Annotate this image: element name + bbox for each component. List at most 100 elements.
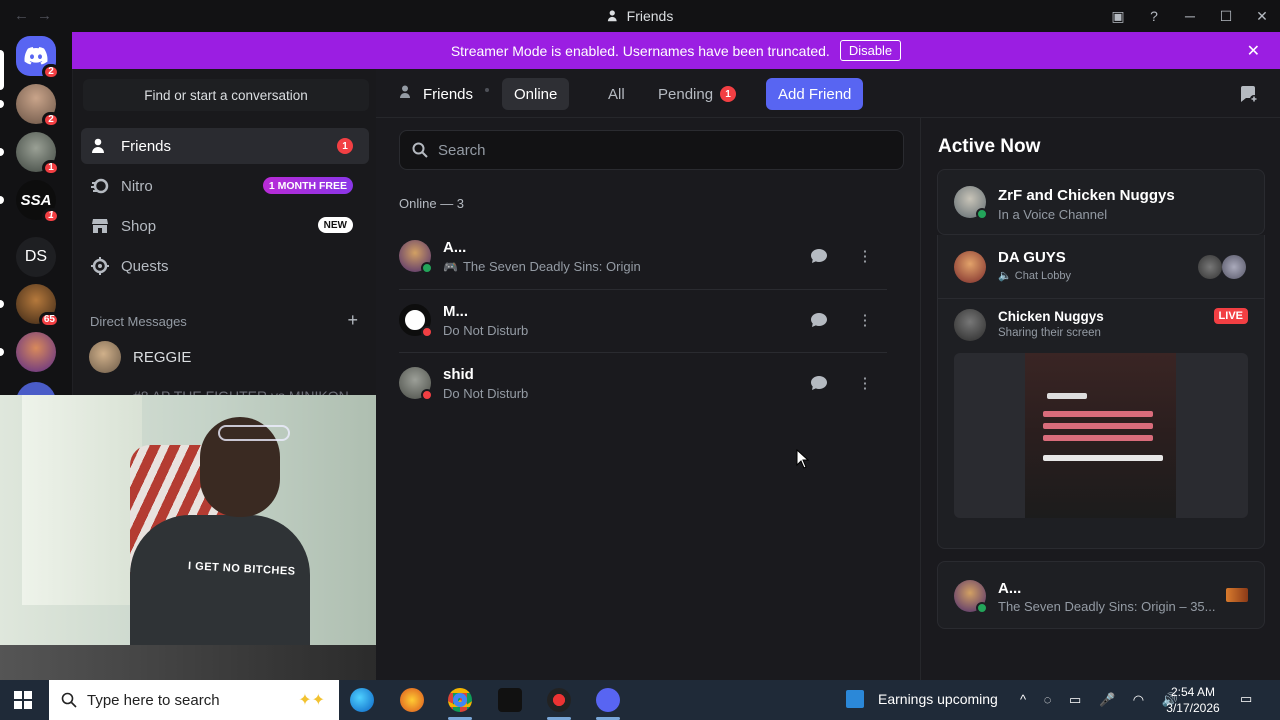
- friends-main: Friends Online All Pending 1 Add Friend S…: [376, 69, 1280, 680]
- friend-row[interactable]: M... Do Not Disturb ⋮: [399, 289, 887, 351]
- webcam-desk: [0, 645, 378, 680]
- dm-name: REGGIE: [133, 348, 192, 366]
- tab-pending[interactable]: Pending 1: [646, 78, 748, 110]
- taskbar-search-input[interactable]: Type here to search ✦✦: [49, 680, 339, 720]
- sidebar-item-friends[interactable]: Friends 1: [81, 128, 369, 164]
- minimize-button[interactable]: ─: [1172, 0, 1208, 32]
- avatar: [89, 341, 121, 373]
- close-button[interactable]: ✕: [1244, 0, 1280, 32]
- new-badge: NEW: [317, 217, 353, 233]
- sidebar-item-quests[interactable]: Quests: [81, 248, 369, 284]
- windows-start-icon[interactable]: [14, 691, 32, 709]
- create-dm-icon[interactable]: +: [347, 310, 358, 331]
- maximize-button[interactable]: ☐: [1208, 0, 1244, 32]
- friend-name: A...: [443, 239, 467, 256]
- find-conversation-button[interactable]: Find or start a conversation: [83, 79, 369, 111]
- news-widget[interactable]: Earnings upcoming: [846, 690, 998, 708]
- notification-icon[interactable]: ▭: [1240, 691, 1258, 707]
- friend-row[interactable]: A... 🎮 The Seven Deadly Sins: Origin ⋮: [399, 226, 887, 288]
- activity-sub: Chat Lobby: [1014, 270, 1072, 282]
- friend-row[interactable]: shid Do Not Disturb ⋮: [399, 352, 887, 414]
- game-icon: [1226, 588, 1248, 602]
- edge-icon[interactable]: [350, 688, 374, 712]
- active-card-stream[interactable]: Chicken Nuggys Sharing their screen LIVE: [937, 299, 1265, 549]
- friends-badge: 1: [337, 138, 353, 154]
- server-avatar[interactable]: 2: [16, 84, 60, 128]
- nitro-promo-badge: 1 MONTH FREE: [262, 177, 353, 194]
- activity-name: Chicken Nuggys: [998, 309, 1104, 324]
- server-avatar[interactable]: 65: [16, 284, 60, 328]
- streamer-mode-banner: Streamer Mode is enabled. Usernames have…: [72, 32, 1280, 69]
- more-icon[interactable]: ⋮: [851, 242, 879, 270]
- server-avatar[interactable]: 1: [16, 132, 60, 176]
- capcut-icon[interactable]: [498, 688, 522, 712]
- add-friend-button[interactable]: Add Friend: [766, 78, 864, 110]
- server-ssa[interactable]: SSA 1: [16, 180, 60, 224]
- message-icon[interactable]: [805, 242, 833, 270]
- friends-header: Friends Online All Pending 1 Add Friend: [376, 69, 1280, 118]
- friend-status: Do Not Disturb: [443, 323, 529, 338]
- friend-name: shid: [443, 366, 474, 383]
- more-icon[interactable]: ⋮: [851, 369, 879, 397]
- dm-item[interactable]: REGGIE: [89, 339, 191, 375]
- server-pill: [0, 300, 4, 308]
- activity-sub: The Seven Deadly Sins: Origin – 35...: [998, 599, 1216, 614]
- message-icon[interactable]: [805, 306, 833, 334]
- inbox-icon[interactable]: ▣: [1100, 0, 1136, 32]
- server-badge: 1: [42, 208, 60, 224]
- chrome-icon[interactable]: [448, 688, 472, 712]
- nitro-icon: [91, 177, 109, 195]
- active-card-game[interactable]: A... The Seven Deadly Sins: Origin – 35.…: [937, 561, 1265, 629]
- more-icon[interactable]: ⋮: [851, 306, 879, 334]
- status-online-icon: [976, 208, 988, 220]
- active-now-title: Active Now: [938, 136, 1041, 157]
- sidebar-item-label: Quests: [121, 257, 169, 275]
- server-pill: [0, 50, 4, 90]
- obs-icon[interactable]: [547, 688, 571, 712]
- activity-name: DA GUYS: [998, 249, 1066, 266]
- active-card-voice[interactable]: ZrF and Chicken Nuggys In a Voice Channe…: [937, 169, 1265, 235]
- status-online-icon: [421, 262, 433, 274]
- page-title-text: Friends: [423, 85, 474, 103]
- server-label: DS: [24, 248, 48, 265]
- taskbar-clock[interactable]: 2:54 AM 3/17/2026: [1160, 684, 1226, 716]
- sidebar-item-nitro[interactable]: Nitro 1 MONTH FREE: [81, 168, 369, 204]
- tab-label: Online: [514, 85, 558, 103]
- tab-all[interactable]: All: [596, 78, 637, 110]
- server-pill: [0, 196, 4, 204]
- tab-label: Pending: [658, 85, 714, 103]
- sparkle-icon: ✦✦: [298, 692, 325, 709]
- active-card-group[interactable]: DA GUYS 🔈 Chat Lobby: [937, 235, 1265, 299]
- search-icon: [412, 142, 428, 158]
- server-badge: 2: [42, 64, 60, 80]
- ssa-logo: SSA: [20, 191, 52, 209]
- stream-thumb: [1047, 393, 1087, 399]
- server-avatar[interactable]: [16, 332, 56, 372]
- search-placeholder: Search: [438, 141, 486, 159]
- member-avatar: [1222, 255, 1246, 279]
- server-ds[interactable]: DS: [16, 237, 56, 277]
- server-pill: [0, 348, 4, 356]
- server-pill: [0, 148, 4, 156]
- taskbar-search-placeholder: Type here to search: [87, 691, 220, 709]
- news-text: Earnings upcoming: [878, 691, 998, 707]
- activity-sub: In a Voice Channel: [998, 207, 1108, 222]
- tab-online[interactable]: Online: [502, 78, 570, 110]
- help-icon[interactable]: ?: [1136, 0, 1172, 32]
- window-title-text: Friends: [626, 8, 674, 24]
- sidebar-item-shop[interactable]: Shop NEW: [81, 208, 369, 244]
- fl-studio-icon[interactable]: [400, 688, 424, 712]
- server-badge: 1: [42, 160, 60, 176]
- friend-name: M...: [443, 303, 468, 320]
- home-button[interactable]: 2: [16, 36, 60, 80]
- close-icon[interactable]: ✕: [1247, 41, 1260, 61]
- stream-preview[interactable]: [954, 353, 1248, 518]
- server-pill: [0, 100, 4, 108]
- message-icon[interactable]: [805, 369, 833, 397]
- search-input[interactable]: Search: [399, 130, 904, 170]
- stream-thumb: [1043, 423, 1153, 429]
- friends-icon: [607, 10, 617, 22]
- discord-taskbar-icon[interactable]: [596, 688, 620, 712]
- new-group-dm-icon[interactable]: [1238, 84, 1258, 104]
- disable-button[interactable]: Disable: [839, 40, 902, 61]
